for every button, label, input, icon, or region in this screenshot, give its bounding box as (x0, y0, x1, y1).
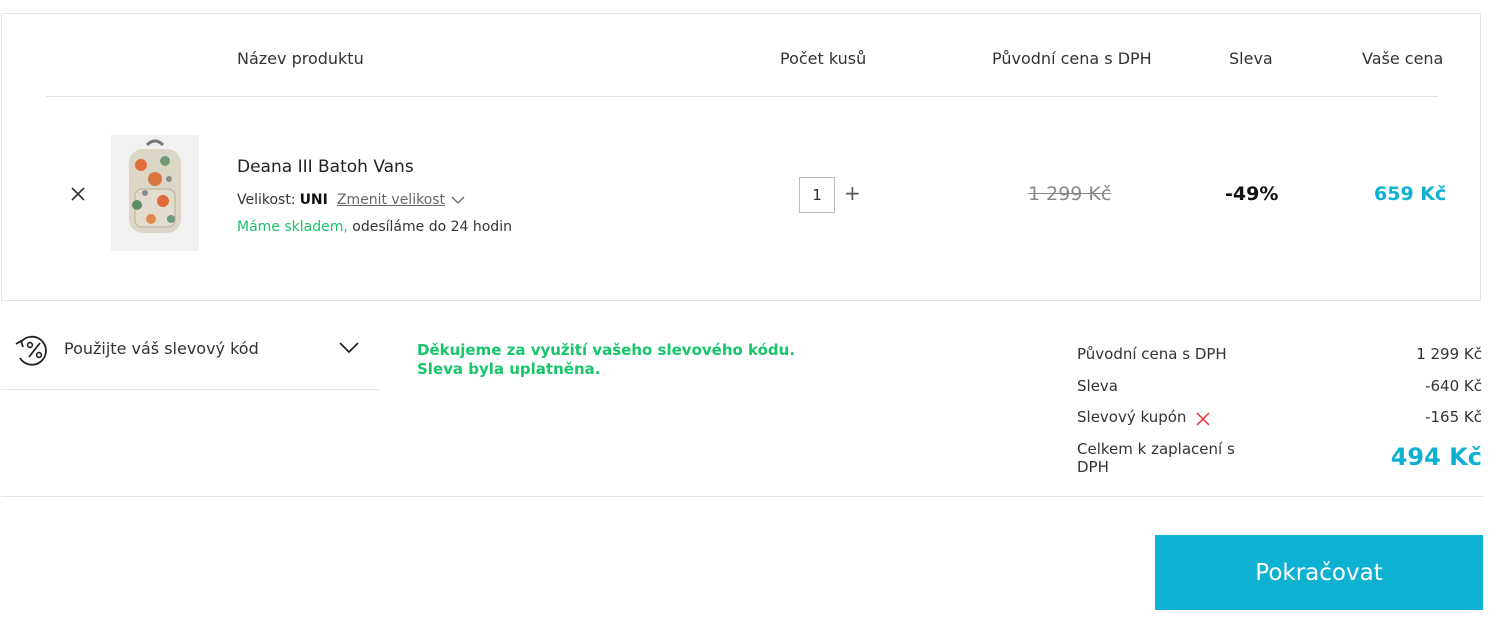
size-value: UNI (299, 192, 328, 208)
summary-original-value: 1 299 Kč (1416, 345, 1482, 363)
summary-coupon-label: Slevový kupón (1077, 408, 1187, 426)
coupon-toggle[interactable]: Použijte váš slevový kód (1, 320, 379, 390)
size-row: Velikost: UNI Zmenit velikost (237, 192, 465, 208)
remove-item-button[interactable] (66, 182, 90, 206)
coupon-success-line1: Děkujeme za využití vašeho slevového kód… (417, 341, 796, 359)
summary-discount-label: Sleva (1077, 377, 1118, 395)
header-quantity: Počet kusů (780, 49, 867, 68)
backpack-image (111, 135, 199, 251)
quantity-increase-button[interactable]: + (844, 183, 861, 203)
summary-divider (1, 496, 1483, 497)
close-icon (71, 187, 85, 201)
coupon-toggle-label: Použijte váš slevový kód (64, 339, 259, 358)
stock-info: Máme skladem, odesíláme do 24 hodin (237, 219, 512, 235)
coupon-success-message: Děkujeme za využití vašeho slevového kód… (417, 341, 795, 379)
summary-total-label: Celkem k zaplacení s DPH (1077, 440, 1235, 476)
remove-coupon-button[interactable] (1196, 411, 1210, 426)
header-discount: Sleva (1229, 49, 1273, 68)
header-divider (46, 96, 1438, 97)
item-original-price: 1 299 Kč (1028, 183, 1112, 205)
size-label: Velikost: (237, 192, 296, 208)
summary-discount-value: -640 Kč (1425, 377, 1482, 395)
summary-original-label: Původní cena s DPH (1077, 345, 1227, 363)
item-your-price: 659 Kč (1374, 183, 1447, 205)
stock-status: Máme skladem, (237, 219, 348, 235)
change-size-link[interactable]: Zmenit velikost (337, 192, 445, 208)
chevron-down-icon[interactable] (451, 195, 465, 205)
summary-total-value: 494 Kč (1390, 443, 1482, 471)
header-your-price: Vaše cena (1362, 49, 1444, 68)
shipping-note: odesíláme do 24 hodin (347, 219, 512, 235)
close-icon (1196, 412, 1210, 426)
item-discount: -49% (1225, 183, 1279, 205)
percent-refresh-icon (15, 335, 47, 366)
quantity-input[interactable]: 1 (799, 177, 835, 213)
product-name[interactable]: Deana III Batoh Vans (237, 157, 414, 177)
header-product-name: Název produktu (237, 49, 364, 68)
continue-button[interactable]: Pokračovat (1155, 535, 1483, 610)
summary-coupon-value: -165 Kč (1425, 408, 1482, 426)
header-original-price: Původní cena s DPH (992, 49, 1152, 68)
coupon-success-line2: Sleva byla uplatněna. (417, 360, 601, 378)
chevron-down-icon (339, 342, 359, 354)
product-image[interactable] (111, 135, 199, 251)
